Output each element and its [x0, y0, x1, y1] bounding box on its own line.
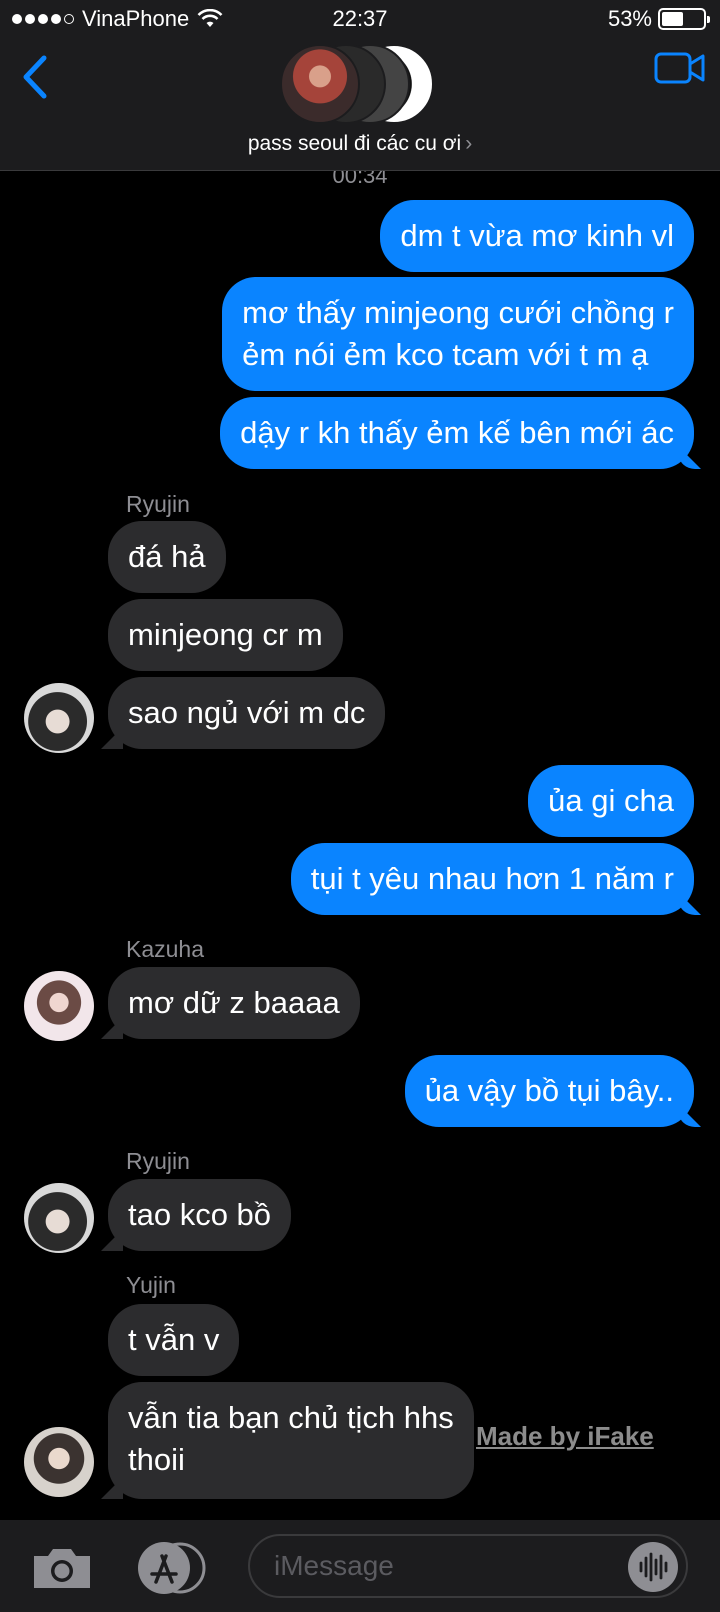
outgoing-message[interactable]: mơ thấy minjeong cưới chồng r ẻm nói ẻm …	[222, 277, 694, 391]
battery-info: 53%	[607, 6, 710, 32]
back-button[interactable]	[16, 52, 56, 102]
message-input[interactable]	[274, 1550, 594, 1582]
outgoing-message[interactable]: dm t vừa mơ kinh vl	[380, 200, 694, 272]
incoming-message[interactable]: mơ dữ z baaaa	[108, 967, 360, 1039]
watermark: Made by iFake	[476, 1421, 654, 1451]
sender-name: Ryujin	[126, 1148, 190, 1174]
avatar[interactable]	[24, 971, 94, 1041]
incoming-message[interactable]: đá hả	[108, 521, 226, 593]
group-name-label: pass seoul đi các cu ơi	[247, 132, 462, 155]
incoming-message[interactable]: tao kco bồ	[108, 1179, 292, 1251]
sender-name: Ryujin	[126, 491, 190, 517]
avatar	[280, 44, 360, 124]
group-avatar-stack[interactable]	[280, 44, 440, 124]
message-list[interactable]: 00:34 dm t vừa mơ kinh vl mơ thấy minjeo…	[0, 171, 720, 1520]
message-text: tao kco bồ	[128, 1197, 272, 1232]
outgoing-message[interactable]: dậy r kh thấy ẻm kế bên mới ác	[220, 397, 694, 469]
chevron-right-icon: ›	[465, 132, 473, 155]
message-text: ẻm nói ẻm kco tcam với t m ạ	[242, 337, 649, 372]
message-text: sao ngủ với m dc	[128, 695, 366, 730]
message-text: mơ thấy minjeong cưới chồng r	[242, 295, 674, 330]
message-text: minjeong cr m	[128, 617, 323, 652]
compose-bar	[0, 1520, 720, 1612]
app-store-icon	[138, 1542, 206, 1594]
status-bar: VinaPhone 22:37 53%	[0, 0, 720, 44]
message-text: mơ dữ z baaaa	[128, 985, 340, 1020]
conversation-header: pass seoul đi các cu ơi ›	[0, 44, 720, 171]
camera-icon	[34, 1549, 90, 1588]
avatar[interactable]	[24, 1183, 94, 1253]
incoming-message[interactable]: vẫn tia bạn chủ tịch hhs thoii	[108, 1382, 474, 1499]
video-call-button[interactable]	[654, 50, 706, 86]
message-text: dm t vừa mơ kinh vl	[400, 218, 674, 253]
message-text: ủa gi cha	[548, 783, 674, 818]
waveform-icon	[639, 1552, 668, 1582]
battery-icon	[658, 8, 710, 30]
message-text: tụi t yêu nhau hơn 1 năm r	[310, 861, 674, 896]
camera-button[interactable]	[30, 1546, 94, 1590]
chevron-left-icon	[23, 55, 47, 99]
group-title[interactable]: pass seoul đi các cu ơi ›	[0, 132, 720, 156]
message-text: dậy r kh thấy ẻm kế bên mới ác	[240, 415, 674, 450]
message-input-field[interactable]	[248, 1534, 688, 1598]
sender-name: Yujin	[126, 1272, 176, 1298]
outgoing-message[interactable]: tụi t yêu nhau hơn 1 năm r	[290, 843, 694, 915]
message-text: ủa vậy bồ tụi bây..	[424, 1073, 674, 1108]
incoming-message[interactable]: sao ngủ với m dc	[108, 677, 386, 749]
message-text: t vẫn v	[128, 1322, 220, 1357]
timestamp: 00:34	[332, 171, 388, 188]
outgoing-message[interactable]: ủa vậy bồ tụi bây..	[404, 1055, 694, 1127]
message-text: vẫn tia bạn chủ tịch hhs	[128, 1400, 454, 1435]
incoming-message[interactable]: t vẫn v	[108, 1304, 240, 1376]
app-store-button[interactable]	[134, 1540, 206, 1596]
incoming-message[interactable]: minjeong cr m	[108, 599, 343, 671]
video-camera-icon	[654, 52, 705, 84]
message-text: đá hả	[128, 539, 206, 574]
sender-name: Kazuha	[126, 936, 205, 962]
avatar[interactable]	[24, 1427, 94, 1497]
battery-percent: 53%	[607, 6, 652, 31]
message-text: thoii	[128, 1442, 185, 1477]
battery-level	[662, 12, 684, 26]
audio-message-button[interactable]	[628, 1542, 678, 1592]
outgoing-message[interactable]: ủa gi cha	[528, 765, 694, 837]
avatar[interactable]	[24, 683, 94, 753]
